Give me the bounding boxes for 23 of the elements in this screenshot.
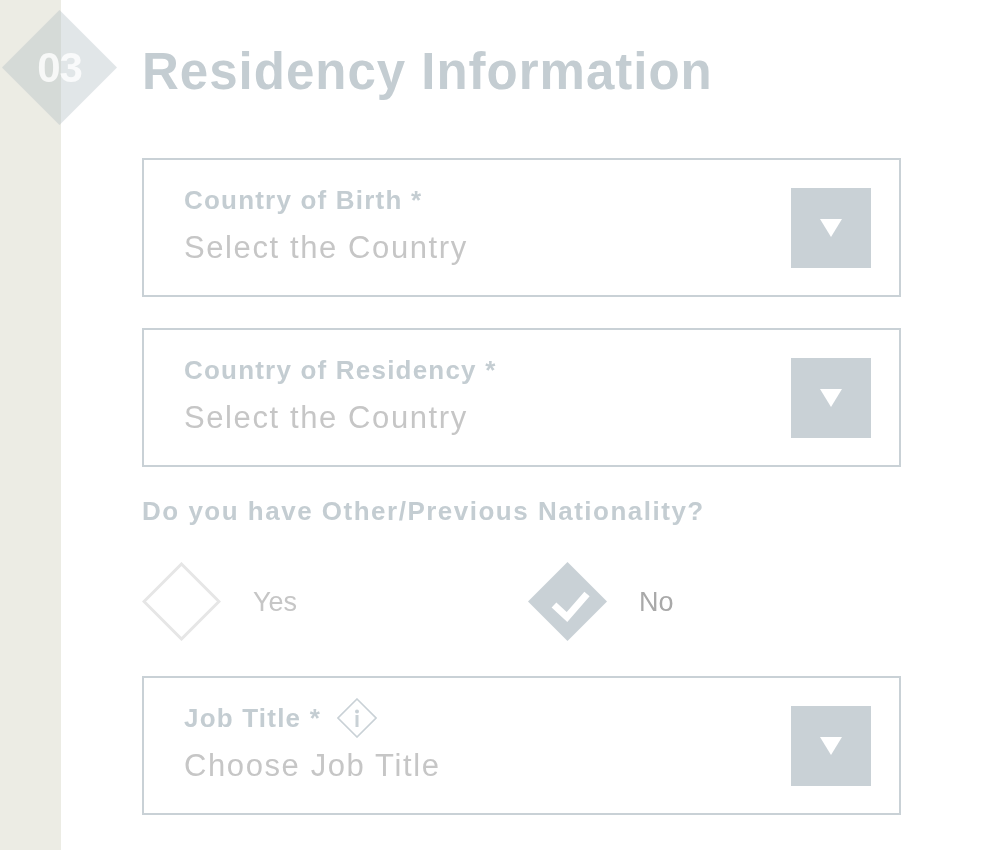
select-input[interactable]: Select the Country [184,399,771,437]
select-field[interactable]: Country of Birth * Select the Country [142,158,901,297]
check-icon [551,591,590,622]
select-field[interactable]: Job Title * Choose Job Title [142,676,901,815]
radio-button[interactable] [142,562,221,641]
dropdown-button[interactable] [791,705,871,786]
caret-down-icon [820,218,842,237]
dropdown-button[interactable] [791,357,871,438]
radio-label[interactable]: No [639,585,674,618]
caret-down-icon [820,736,842,755]
field-label: Country of Birth * [184,185,423,215]
select-input[interactable]: Select the Country [184,229,771,267]
select-input[interactable]: Choose Job Title [184,747,771,785]
field-label: Job Title * [184,703,321,733]
question-text: Do you have Other/Previous Nationality? [142,498,706,524]
radio-label[interactable]: Yes [253,585,298,618]
caret-down-icon [820,388,842,407]
select-field[interactable]: Country of Residency * Select the Country [142,328,901,467]
info-icon[interactable] [336,698,377,738]
dropdown-button[interactable] [791,187,871,268]
radio-button[interactable] [528,562,607,641]
field-label: Country of Residency * [184,355,497,385]
section-title: Residency Information [142,42,714,102]
